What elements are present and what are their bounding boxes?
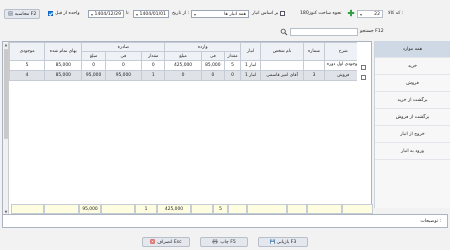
refresh-button[interactable]: بازیابی F3 [258,237,308,247]
save-icon [269,238,275,246]
col-header-in-amount[interactable]: مبلغ [164,51,202,61]
calculate-f2-label: محاسبه F2 [14,11,37,17]
search-label: جستجو F12 [360,29,384,34]
to-label: تا [126,11,129,16]
search-icon[interactable] [280,28,288,36]
col-header-remaining-value[interactable]: بهای تمام شده [44,42,83,61]
sidebar-item-sale[interactable]: فروش [375,75,450,92]
warehouse-select[interactable]: ▾ همه انبار ها [191,10,249,18]
unit-checkbox-group[interactable]: واحده از قبل [48,11,80,16]
table-row[interactable]: 5 85,000 0 0 0 425,000 85,000 5 انبار 1 … [8,60,371,71]
code-input[interactable]: ▾ 22 [357,10,383,18]
col-header-stock[interactable]: موجودی [8,42,46,61]
chevron-down-icon: ▾ [360,11,363,17]
col-header-in-qty[interactable]: مقدار [224,51,242,61]
calculate-f2-button[interactable]: محاسبه F2 [4,9,40,19]
notes-field[interactable]: توضیحات : [2,214,448,228]
sidebar-item-warehouse-in[interactable]: ورود به انبار [375,143,450,160]
scroll-thumb[interactable] [4,49,8,139]
by-warehouse-label: بر اساس انبار [252,11,279,16]
date-to-input[interactable]: ▾ 1404/12/29 [88,10,124,18]
total-in-amount: 425,000 [157,204,191,214]
col-header-in-price[interactable]: فی [200,51,226,61]
group-header-outgoing: صادره [81,42,166,52]
sidebar-item-all[interactable]: همه موارد [375,41,450,58]
total-out-qty: 1 [135,204,157,214]
row-checkbox[interactable] [361,65,366,70]
unit-checkbox-label: واحده از قبل [55,11,80,16]
col-header-out-qty[interactable]: مقدار [140,51,166,61]
notes-label: توضیحات : [420,218,441,224]
by-warehouse-checkbox[interactable] [280,11,286,16]
table-row[interactable]: 4 85,000 95,000 95,000 1 0 0 0 انبار 1 آ… [8,70,371,81]
settings-label: نحوه ساخت کنوز180 [300,11,342,16]
row-selector-column [357,42,371,215]
col-header-person[interactable]: نام شخص [260,42,304,61]
search-input[interactable] [290,28,358,36]
date-from-input[interactable]: ▾ 1404/01/01 [133,10,169,18]
calendar-dropdown-icon: ▾ [136,11,139,17]
calculator-icon [8,10,13,18]
group-header-incoming: وارده [164,42,242,52]
ledger-table: موجودی بهای تمام شده صادره وارده انبار ن… [8,42,371,81]
chevron-down-icon: ▾ [194,11,197,17]
transaction-type-sidebar: همه موارد خرید فروش برگشت از خرید برگشت … [374,41,450,208]
col-header-out-amount[interactable]: مبلغ [81,51,106,61]
col-header-out-price[interactable]: فی [104,51,142,61]
calendar-dropdown-icon: ▾ [91,11,94,17]
cancel-button[interactable]: انصراف Esc [142,237,190,247]
add-icon[interactable] [347,9,355,17]
by-warehouse-checkbox-group[interactable]: بر اساس انبار [252,11,286,16]
sidebar-item-sale-return[interactable]: برگشت از فروش [375,109,450,126]
totals-row: 95,000 1 425,000 5 [11,204,373,214]
sidebar-item-purchase-return[interactable]: برگشت از خرید [375,92,450,109]
from-date-label: از تاریخ : [172,11,190,16]
col-header-number[interactable]: شماره [302,42,326,61]
col-header-warehouse[interactable]: انبار [240,42,262,61]
close-icon [150,238,156,246]
row-checkbox[interactable] [361,75,366,80]
unit-checkbox[interactable] [48,11,53,16]
sidebar-item-warehouse-out[interactable]: خروج از انبار [375,126,450,143]
print-button[interactable]: چاپ F5 [200,237,248,247]
printer-icon [212,238,218,246]
code-label: کد کالا : [388,11,404,16]
total-in-qty: 5 [213,204,228,214]
sidebar-item-purchase[interactable]: خرید [375,58,450,75]
total-out-amount: 95,000 [79,204,101,214]
inventory-ledger-grid: ▲ ▼ موجودی بهای تمام شده صادره وارده انب… [2,41,373,216]
